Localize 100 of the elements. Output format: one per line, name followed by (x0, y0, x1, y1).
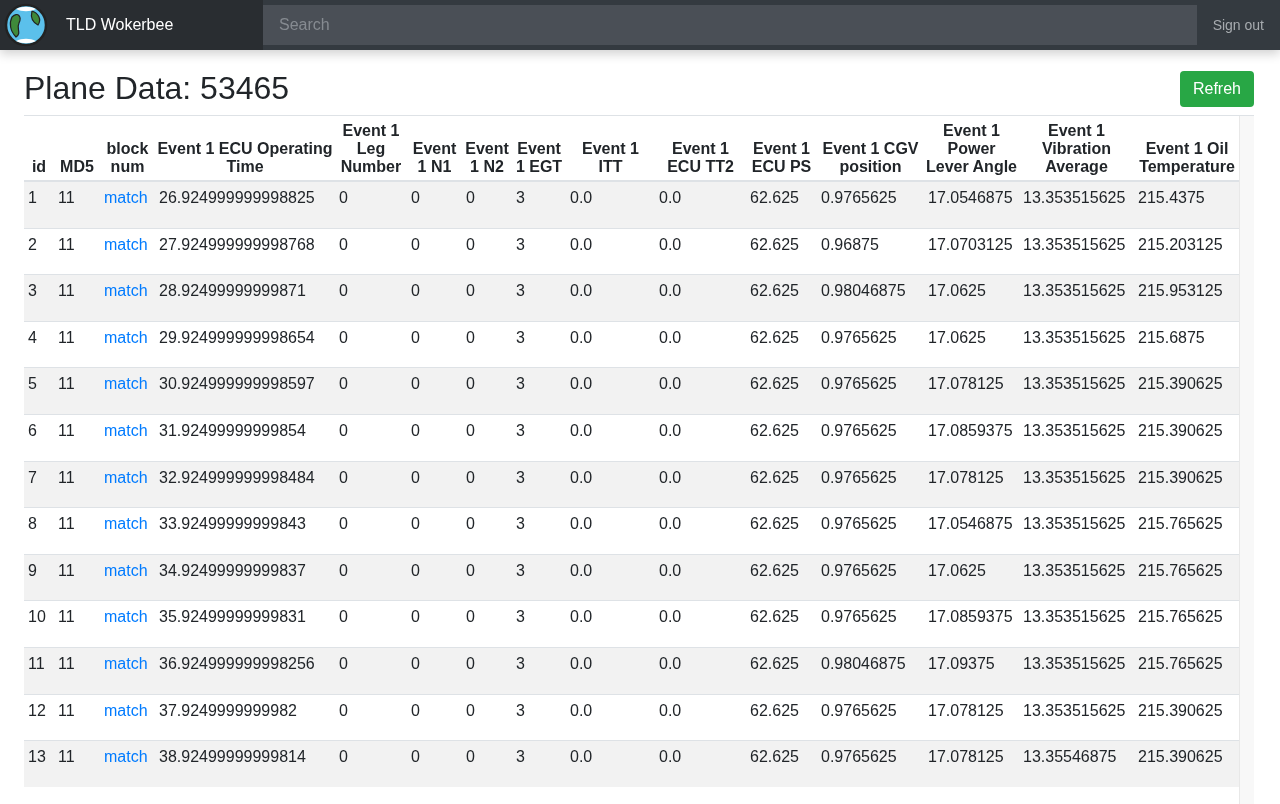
table-cell: 11 (54, 554, 100, 601)
table-cell: 11 (54, 228, 100, 275)
table-cell: 3 (512, 274, 566, 322)
brand-name[interactable]: TLD Wokerbee (66, 16, 174, 34)
table-cell: 11 (54, 367, 100, 415)
table-cell: 0.0 (655, 740, 746, 787)
match-link[interactable]: match (104, 189, 148, 206)
table-cell: 0.0 (655, 181, 746, 229)
table-cell: 0.0 (566, 414, 655, 462)
match-link[interactable]: match (104, 421, 148, 439)
table-cell: 0 (462, 600, 512, 648)
table-cell: 0.0 (655, 414, 746, 462)
table-cell: 0.9765625 (817, 321, 924, 368)
match-link[interactable]: match (104, 468, 148, 486)
table-cell: 0 (407, 647, 462, 695)
table-cell: 28.92499999999871 (155, 274, 335, 322)
table-cell: 13 (24, 740, 54, 787)
table-cell: 0 (462, 321, 512, 368)
match-link[interactable]: match (104, 748, 148, 766)
table-cell: 17.09375 (924, 647, 1019, 695)
table-cell: 0.98046875 (817, 647, 924, 695)
table-cell: 27.924999999998768 (155, 228, 335, 275)
table-cell: 0 (462, 367, 512, 415)
table-cell: 0 (407, 181, 462, 229)
table-cell: 11 (54, 321, 100, 368)
table-cell: 0 (335, 461, 407, 508)
table-cell: 13.353515625 (1019, 367, 1134, 415)
table-cell: 31.92499999999854 (155, 414, 335, 462)
table-cell: 0 (407, 228, 462, 275)
table-cell: 0 (335, 274, 407, 322)
table-cell: 13.353515625 (1019, 647, 1134, 695)
table-cell: 0.0 (566, 554, 655, 601)
table-cell: 11 (54, 600, 100, 648)
table-cell: 0 (462, 694, 512, 741)
table-cell: 1 (24, 181, 54, 229)
table-cell: 3 (512, 414, 566, 462)
table-cell: 11 (54, 461, 100, 508)
match-link[interactable]: match (104, 375, 148, 393)
table-cell: 62.625 (746, 367, 817, 415)
table-cell: 33.92499999999843 (155, 507, 335, 555)
table-cell: 10 (24, 600, 54, 648)
table-cell: 13.353515625 (1019, 274, 1134, 322)
table-cell: 0.9765625 (817, 507, 924, 555)
sign-out-link[interactable]: Sign out (1196, 0, 1280, 50)
table-cell: 0 (407, 414, 462, 462)
table-cell: 11 (54, 740, 100, 787)
table-cell: 62.625 (746, 321, 817, 368)
table-cell: 62.625 (746, 228, 817, 275)
table-cell: 11 (54, 647, 100, 695)
table-cell: 0.9765625 (817, 414, 924, 462)
table-cell: 13.353515625 (1019, 507, 1134, 555)
match-link[interactable]: match (104, 654, 148, 672)
table-cell: 62.625 (746, 694, 817, 741)
table-cell: 0.9765625 (817, 461, 924, 508)
table-cell: 0 (407, 600, 462, 648)
table-cell: 17.0859375 (924, 600, 1019, 648)
match-link[interactable]: match (104, 608, 148, 626)
match-link[interactable]: match (104, 701, 148, 719)
table-cell: 0.0 (655, 461, 746, 508)
table-cell: 11 (24, 647, 54, 695)
table-cell: 17.078125 (924, 461, 1019, 508)
table-cell: 62.625 (746, 507, 817, 555)
table-cell: 0 (462, 507, 512, 555)
table-cell: 0 (462, 461, 512, 508)
scrollbar-track[interactable] (1239, 116, 1254, 804)
refresh-button[interactable]: Refreh (1179, 70, 1254, 107)
table-cell: 0 (462, 414, 512, 462)
table-cell: 3 (512, 321, 566, 368)
table-cell: 62.625 (746, 181, 817, 229)
table-cell: 0.0 (566, 740, 655, 787)
table-cell: 0.9765625 (817, 554, 924, 601)
table-cell: 36.924999999998256 (155, 647, 335, 695)
match-link[interactable]: match (104, 515, 148, 533)
table-cell: 17.078125 (924, 694, 1019, 741)
table-cell: 0.0 (655, 647, 746, 695)
table-cell: 0 (335, 694, 407, 741)
table-cell: 0.9765625 (817, 694, 924, 741)
table-cell: 0 (407, 740, 462, 787)
table-cell: 13.353515625 (1019, 554, 1134, 601)
table-cell: 0 (462, 181, 512, 229)
table-cell: 0 (335, 321, 407, 368)
table-cell: 0.0 (655, 321, 746, 368)
table-cell: 17.0625 (924, 321, 1019, 368)
table-cell: 11 (54, 274, 100, 322)
table-cell: 3 (512, 600, 566, 648)
globe-logo-icon (4, 3, 48, 47)
table-cell: 17.0703125 (924, 228, 1019, 275)
search-field[interactable]: Search (263, 5, 1197, 45)
match-link[interactable]: match (104, 235, 148, 253)
table-cell: 0 (462, 554, 512, 601)
match-link[interactable]: match (104, 282, 148, 300)
table-cell: 34.92499999999837 (155, 554, 335, 601)
match-link[interactable]: match (104, 328, 148, 346)
table-cell: 2 (24, 228, 54, 275)
table-cell: 17.0546875 (924, 181, 1019, 229)
table-cell: 3 (512, 461, 566, 508)
table-cell: 3 (24, 274, 54, 322)
match-link[interactable]: match (104, 561, 148, 579)
table-cell: 35.92499999999831 (155, 600, 335, 648)
table-cell: 0.0 (566, 507, 655, 555)
